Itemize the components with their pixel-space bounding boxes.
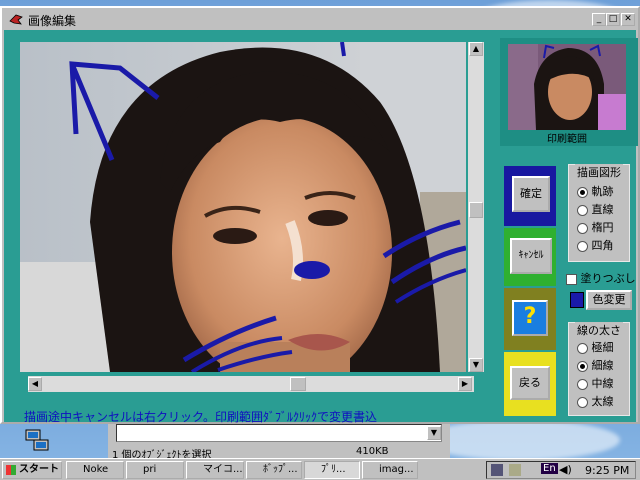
window-title: 画像編集 <box>28 14 77 28</box>
taskbar-item-4[interactable]: ﾎﾞｯﾌﾟ... <box>246 461 302 479</box>
cancel-button[interactable]: ｷｬﾝｾﾙ <box>510 238 552 274</box>
scroll-up-button[interactable]: ▲ <box>469 42 483 56</box>
shape-option-label: 四角 <box>591 239 614 252</box>
network-tray-icon[interactable] <box>491 464 503 476</box>
ime-indicator[interactable]: En <box>541 463 558 474</box>
task-scheduler-icon[interactable] <box>509 464 521 476</box>
shape-option-label: 楕円 <box>591 221 614 234</box>
color-change-button[interactable]: 色変更 <box>586 290 632 310</box>
preview-thumbnail <box>508 44 626 130</box>
shape-group: 描画図形 軌跡 直線 楕円 四角 <box>568 164 630 262</box>
vertical-scroll-thumb[interactable] <box>469 202 483 218</box>
scroll-right-button[interactable]: ▶ <box>458 377 472 391</box>
width-option-thin[interactable]: 細線 <box>577 357 614 373</box>
status-message: 描画途中キャンセルは右クリック。印刷範囲ﾀﾞﾌﾞﾙｸﾘｯｸで変更書込 <box>24 410 378 424</box>
minimize-button[interactable]: _ <box>592 13 606 26</box>
explorer-file-list[interactable]: ▼ <box>116 424 442 442</box>
width-option-thick[interactable]: 太線 <box>577 393 614 409</box>
taskbar: スタート Noke pri マイコ... ﾎﾞｯﾌﾟ... ﾌﾟﾘ... ima… <box>0 458 640 480</box>
shape-radio-rect[interactable] <box>577 240 588 252</box>
fill-checkbox-row[interactable]: 塗りつぶし <box>566 270 636 286</box>
editor-client-area: ▲ ▼ ◀ ▶ 印刷範囲 確定 ｷｬﾝｾﾙ ? 戻る 描画図形 軌跡 直線 楕円… <box>4 30 638 424</box>
fill-checkbox-label: 塗りつぶし <box>580 272 636 285</box>
horizontal-scroll-thumb[interactable] <box>290 377 306 391</box>
line-width-group-title: 線の太さ <box>575 322 623 338</box>
shape-radio-line[interactable] <box>577 204 588 216</box>
width-radio-extra-thin[interactable] <box>577 342 588 354</box>
windows-logo-icon <box>6 465 16 475</box>
scroll-left-button[interactable]: ◀ <box>28 377 42 391</box>
system-tray: En ◀) 9:25 PM <box>486 461 636 479</box>
taskbar-item-5[interactable]: ﾌﾟﾘ... <box>304 461 360 479</box>
start-button[interactable]: スタート <box>2 461 62 479</box>
width-option-medium[interactable]: 中線 <box>577 375 614 391</box>
width-radio-medium[interactable] <box>577 378 588 390</box>
width-option-label: 太線 <box>591 395 614 408</box>
shape-option-trace[interactable]: 軌跡 <box>577 183 614 199</box>
volume-icon[interactable]: ◀) <box>559 463 572 476</box>
width-radio-thin[interactable] <box>577 360 588 372</box>
help-button[interactable]: ? <box>512 300 548 336</box>
confirm-button[interactable]: 確定 <box>512 176 550 212</box>
taskbar-item-2[interactable]: pri <box>126 461 184 479</box>
taskbar-item-1[interactable]: Noke <box>66 461 124 479</box>
shape-option-ellipse[interactable]: 楕円 <box>577 219 614 235</box>
fill-checkbox[interactable] <box>566 273 577 285</box>
cancel-panel: ｷｬﾝｾﾙ <box>504 228 556 286</box>
vertical-scrollbar[interactable]: ▲ ▼ <box>468 42 484 372</box>
shape-option-rect[interactable]: 四角 <box>577 237 614 253</box>
explorer-status-size: 410KB <box>356 446 389 457</box>
taskbar-item-3[interactable]: マイコ... <box>186 461 244 479</box>
shape-option-label: 軌跡 <box>591 185 614 198</box>
color-swatch <box>570 292 584 308</box>
back-panel: 戻る <box>504 352 556 416</box>
width-option-label: 細線 <box>591 359 614 372</box>
back-button[interactable]: 戻る <box>510 366 550 400</box>
explorer-window-fragment: ▼ 1 個のｵﾌﾞｼﾞｪｸﾄを選択 410KB <box>108 424 450 461</box>
title-bar[interactable]: 画像編集 _ □ ✕ <box>4 10 636 28</box>
photo-drawing <box>20 42 466 372</box>
shape-radio-ellipse[interactable] <box>577 222 588 234</box>
taskbar-item-6[interactable]: imag... <box>362 461 418 479</box>
maximize-button[interactable]: □ <box>606 13 620 26</box>
clock: 9:25 PM <box>585 464 630 477</box>
line-width-group: 線の太さ 極細 細線 中線 太線 <box>568 322 630 416</box>
close-button[interactable]: ✕ <box>621 13 635 26</box>
preview-label: 印刷範囲 <box>547 134 587 145</box>
shape-radio-trace[interactable] <box>577 186 588 198</box>
network-computer-icon <box>25 429 49 451</box>
help-panel: ? <box>504 288 556 350</box>
desktop-icon-network[interactable] <box>22 428 52 454</box>
shape-group-title: 描画図形 <box>575 164 623 180</box>
shape-option-line[interactable]: 直線 <box>577 201 614 217</box>
photo-canvas[interactable] <box>20 42 466 372</box>
image-edit-window: 画像編集 _ □ ✕ ▲ ▼ ◀ ▶ 印刷範囲 確定 ｷｬﾝｾﾙ ? 戻る 描画… <box>0 6 640 424</box>
width-option-label: 中線 <box>591 377 614 390</box>
bird-app-icon <box>8 11 24 27</box>
scroll-down-button[interactable]: ▼ <box>469 358 483 372</box>
width-radio-thick[interactable] <box>577 396 588 408</box>
width-option-extra-thin[interactable]: 極細 <box>577 339 614 355</box>
print-range-preview[interactable]: 印刷範囲 <box>500 38 638 146</box>
shape-option-label: 直線 <box>591 203 614 216</box>
confirm-panel: 確定 <box>504 166 556 226</box>
horizontal-scrollbar[interactable]: ◀ ▶ <box>28 376 474 392</box>
list-dropdown-arrow-icon[interactable]: ▼ <box>427 426 441 440</box>
width-option-label: 極細 <box>591 341 614 354</box>
